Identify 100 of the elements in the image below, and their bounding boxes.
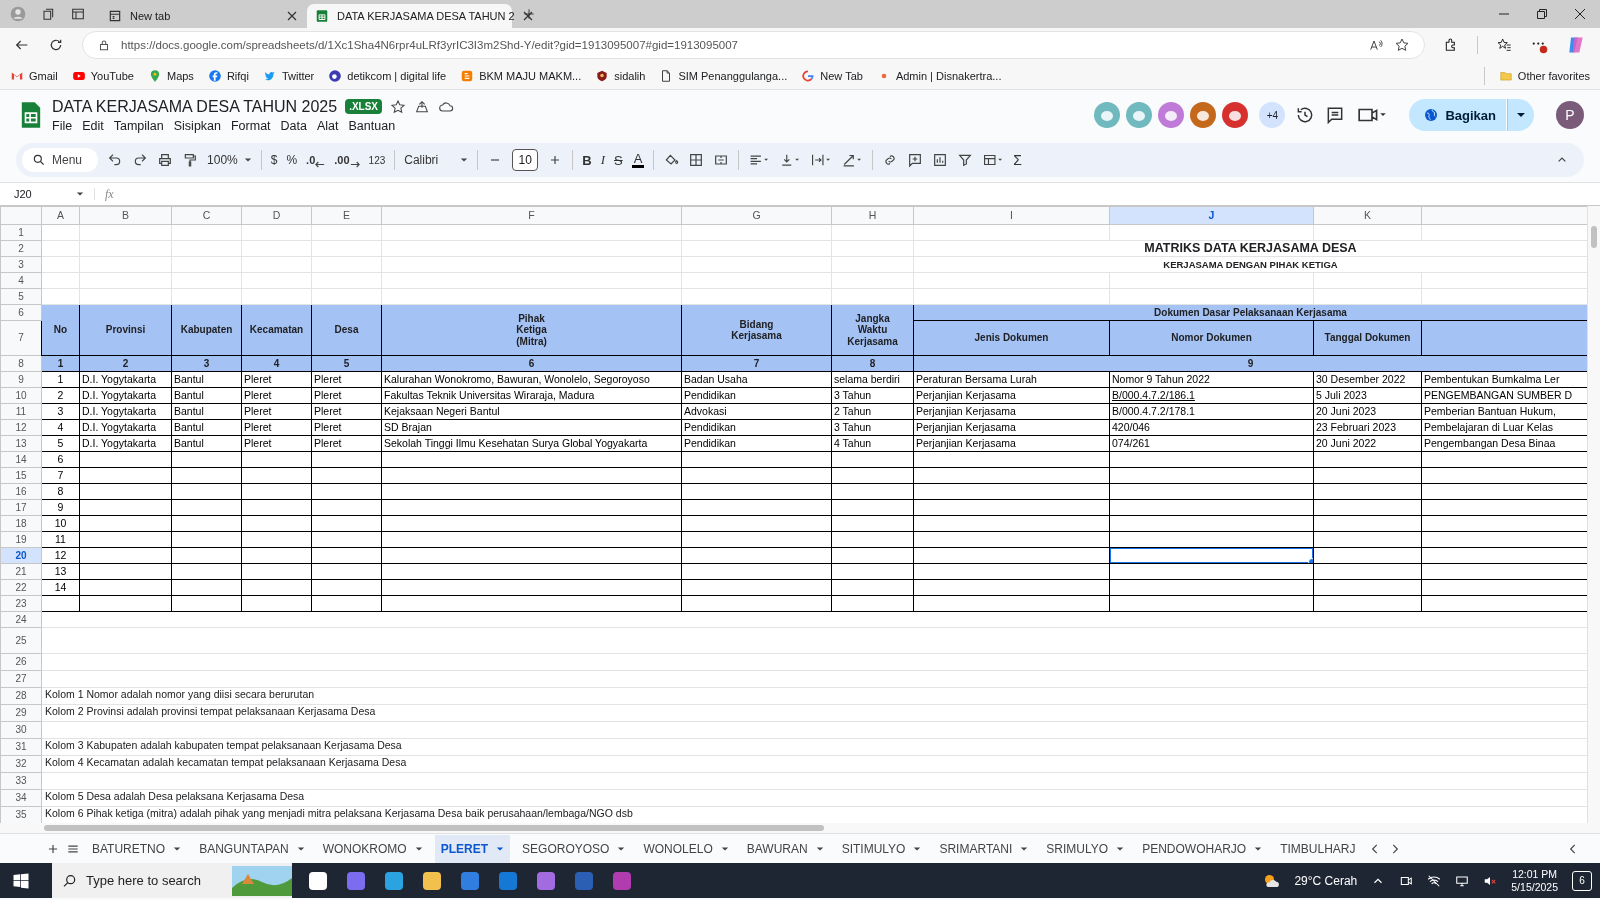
- tab-actions-icon[interactable]: [70, 6, 86, 22]
- menu-item[interactable]: Tampilan: [113, 118, 164, 133]
- close-icon[interactable]: [522, 11, 533, 21]
- chart-icon[interactable]: [932, 152, 949, 168]
- functions-button[interactable]: Σ: [1013, 152, 1022, 168]
- monitor-icon[interactable]: [1455, 873, 1470, 888]
- sheet-tab[interactable]: TIMBULHARJ: [1274, 834, 1362, 863]
- increase-decimal-button[interactable]: .00: [334, 152, 360, 168]
- sheet-tab[interactable]: SITIMULYO: [835, 834, 928, 863]
- menu-item[interactable]: Edit: [82, 118, 104, 133]
- sheet-tab[interactable]: BANGUNTAPAN: [193, 834, 311, 863]
- print-icon[interactable]: [157, 152, 174, 168]
- text-color-button[interactable]: A: [631, 152, 645, 168]
- column-header[interactable]: J: [1109, 206, 1314, 225]
- clock[interactable]: 12:01 PM 5/15/2025: [1511, 868, 1558, 893]
- strikethrough-button[interactable]: S: [614, 152, 623, 168]
- menu-item[interactable]: Data: [280, 118, 307, 133]
- borders-icon[interactable]: [688, 152, 705, 168]
- star-icon[interactable]: [390, 98, 407, 115]
- paint-format-icon[interactable]: [182, 152, 199, 168]
- weather-text[interactable]: 29°C Cerah: [1294, 873, 1358, 888]
- avatar-icon[interactable]: [1157, 101, 1186, 129]
- bookmark[interactable]: sidalih: [595, 68, 646, 83]
- column-header[interactable]: E: [311, 206, 382, 225]
- bookmark[interactable]: detikcom | digital life: [328, 68, 447, 83]
- sheet-tab[interactable]: BATURETNO: [86, 834, 188, 863]
- column-header[interactable]: C: [171, 206, 242, 225]
- bookmark[interactable]: Twitter: [262, 68, 315, 83]
- horizontal-scrollbar[interactable]: [0, 823, 1600, 833]
- column-header[interactable]: A: [41, 206, 80, 225]
- column-header[interactable]: I: [913, 206, 1110, 225]
- star-icon[interactable]: [1394, 37, 1410, 53]
- font-size-field[interactable]: 10: [512, 149, 539, 171]
- column-header[interactable]: K: [1313, 206, 1422, 225]
- column-header[interactable]: H: [831, 206, 914, 225]
- sheet-tab[interactable]: SRIMULYO: [1040, 834, 1131, 863]
- bookmark[interactable]: SIM Penanggulanga...: [659, 68, 788, 83]
- avatar-icon[interactable]: [1221, 101, 1250, 129]
- close-icon[interactable]: [287, 11, 297, 21]
- more-collaborators[interactable]: +4: [1259, 102, 1286, 128]
- add-comment-icon[interactable]: [907, 152, 924, 168]
- favorites-icon[interactable]: [1496, 37, 1512, 53]
- spreadsheet-logo-icon[interactable]: [20, 100, 42, 130]
- share-options-button[interactable]: [1507, 99, 1534, 131]
- bookmark[interactable]: New Tab: [801, 68, 863, 83]
- row-header[interactable]: 25: [0, 627, 42, 654]
- bookmark[interactable]: Admin | Disnakertra...: [876, 68, 1002, 83]
- menu-search[interactable]: Menu: [22, 148, 99, 172]
- restore-icon[interactable]: [1536, 8, 1548, 20]
- other-favorites[interactable]: Other favorites: [1498, 68, 1590, 83]
- menu-item[interactable]: Alat: [317, 118, 339, 133]
- avatar-icon[interactable]: [1189, 101, 1218, 129]
- sheet-tab[interactable]: SEGOROYOSO: [516, 834, 632, 863]
- sheet-tab[interactable]: PLERET: [434, 834, 511, 863]
- taskbar-search-field[interactable]: Type here to search: [52, 863, 292, 898]
- column-header[interactable]: D: [241, 206, 312, 225]
- sheet-tab[interactable]: BAWURAN: [740, 834, 830, 863]
- move-icon[interactable]: [414, 98, 431, 115]
- new-tab-icon[interactable]: [522, 7, 536, 21]
- filter-icon[interactable]: [957, 152, 974, 168]
- sheet-tab[interactable]: WONOKROMO: [316, 834, 429, 863]
- sheet-tab[interactable]: PENDOWOHARJO: [1136, 834, 1269, 863]
- workspaces-icon[interactable]: [40, 6, 56, 22]
- bookmark[interactable]: YouTube: [71, 68, 134, 83]
- decrease-decimal-button[interactable]: .0: [306, 152, 326, 168]
- font-dropdown[interactable]: Calibri: [404, 153, 469, 167]
- bookmark[interactable]: Maps: [147, 68, 194, 83]
- menu-item[interactable]: File: [52, 118, 73, 133]
- close-icon[interactable]: [1574, 8, 1586, 20]
- column-header[interactable]: F: [381, 206, 682, 225]
- zoom-dropdown[interactable]: 100%: [207, 153, 252, 167]
- document-title[interactable]: DATA KERJASAMA DESA TAHUN 2025: [52, 97, 338, 116]
- currency-button[interactable]: $: [270, 153, 278, 167]
- row-header[interactable]: 7: [0, 320, 42, 356]
- number-format-button[interactable]: 123: [368, 154, 386, 166]
- notification-badge[interactable]: 6: [1572, 870, 1592, 891]
- sheet-tab[interactable]: WONOLELO: [637, 834, 735, 863]
- bookmark[interactable]: BKM MAJU MAKM...: [460, 68, 582, 83]
- sheet-tab[interactable]: SRIMARTANI: [933, 834, 1035, 863]
- share-button[interactable]: Bagikan: [1409, 99, 1506, 131]
- column-header[interactable]: B: [79, 206, 172, 225]
- browser-tab[interactable]: New tab: [100, 4, 305, 28]
- bookmark[interactable]: Gmail: [10, 68, 58, 83]
- bookmark[interactable]: Rifqi: [207, 68, 249, 83]
- reload-icon[interactable]: [48, 37, 64, 53]
- menu-item[interactable]: Sisipkan: [173, 118, 221, 133]
- cell-cursor[interactable]: [1110, 548, 1313, 563]
- address-field[interactable]: https://docs.google.com/spreadsheets/d/1Xc1Sha4N6rpr4uLRf3yrIC3I3m2Shd-Y/edit?gid=1913095007#gid=1913095007: [82, 31, 1425, 59]
- merge-cells-icon[interactable]: [713, 152, 730, 168]
- name-box[interactable]: J20: [0, 188, 95, 200]
- read-aloud-icon[interactable]: [1368, 37, 1384, 53]
- redo-icon[interactable]: [132, 152, 149, 168]
- bold-button[interactable]: B: [582, 152, 592, 168]
- column-header[interactable]: G: [681, 206, 832, 225]
- menu-item[interactable]: Format: [231, 118, 271, 133]
- profile-avatar[interactable]: P: [1556, 101, 1584, 129]
- percent-button[interactable]: %: [286, 153, 298, 167]
- start-icon[interactable]: [12, 871, 30, 890]
- network-icon[interactable]: [1427, 873, 1442, 888]
- italic-button[interactable]: I: [600, 152, 605, 168]
